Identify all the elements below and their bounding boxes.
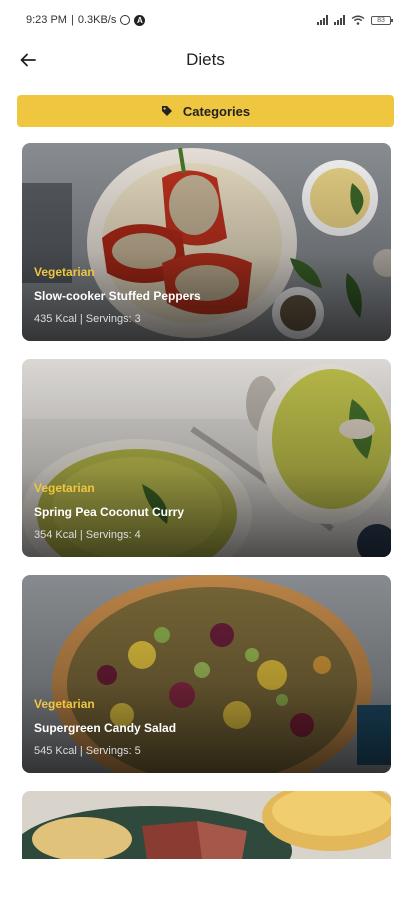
recipe-category: Vegetarian: [34, 265, 95, 279]
recipe-name: Slow-cooker Stuffed Peppers: [34, 289, 201, 303]
alarm-icon: [120, 15, 131, 25]
signal-icon: [317, 15, 328, 25]
app-header: Diets: [0, 40, 411, 80]
recipe-card[interactable]: Vegetarian Supergreen Candy Salad 545 Kc…: [22, 575, 391, 773]
signal-icon-2: [334, 15, 345, 25]
recipe-card[interactable]: [22, 791, 391, 859]
recipe-category: Vegetarian: [34, 481, 95, 495]
card-text: Vegetarian Slow-cooker Stuffed Peppers 4…: [34, 265, 201, 325]
status-speed: 0.3KB/s: [77, 14, 117, 26]
back-button[interactable]: [14, 46, 42, 74]
notification-icon: A: [134, 14, 146, 26]
arrow-left-icon: [20, 53, 36, 67]
battery-icon: 83: [371, 15, 393, 25]
recipe-image: [22, 791, 391, 859]
tag-icon: [161, 106, 172, 116]
categories-button[interactable]: Categories: [17, 95, 394, 127]
recipe-name: Spring Pea Coconut Curry: [34, 505, 185, 519]
categories-label: Categories: [182, 103, 251, 119]
status-sep: |: [70, 14, 74, 26]
recipe-category: Vegetarian: [34, 697, 95, 711]
recipe-meta: 354 Kcal | Servings: 4: [34, 529, 141, 541]
recipe-card[interactable]: Vegetarian Spring Pea Coconut Curry 354 …: [22, 359, 391, 557]
recipe-meta: 435 Kcal | Servings: 3: [34, 313, 141, 325]
status-bar: 9:23 PM | 0.3KB/s A 83: [0, 0, 411, 40]
status-right: 83: [317, 15, 393, 25]
recipe-card[interactable]: Vegetarian Slow-cooker Stuffed Peppers 4…: [22, 143, 391, 341]
recipe-meta: 545 Kcal | Servings: 5: [34, 745, 141, 757]
card-text: Vegetarian Supergreen Candy Salad 545 Kc…: [34, 697, 176, 757]
wifi-icon: [351, 15, 365, 25]
recipe-name: Supergreen Candy Salad: [34, 721, 177, 735]
card-text: Vegetarian Spring Pea Coconut Curry 354 …: [34, 481, 184, 541]
status-time: 9:23 PM: [26, 14, 67, 26]
status-left: 9:23 PM | 0.3KB/s A: [26, 14, 146, 26]
page-title: Diets: [186, 50, 225, 69]
